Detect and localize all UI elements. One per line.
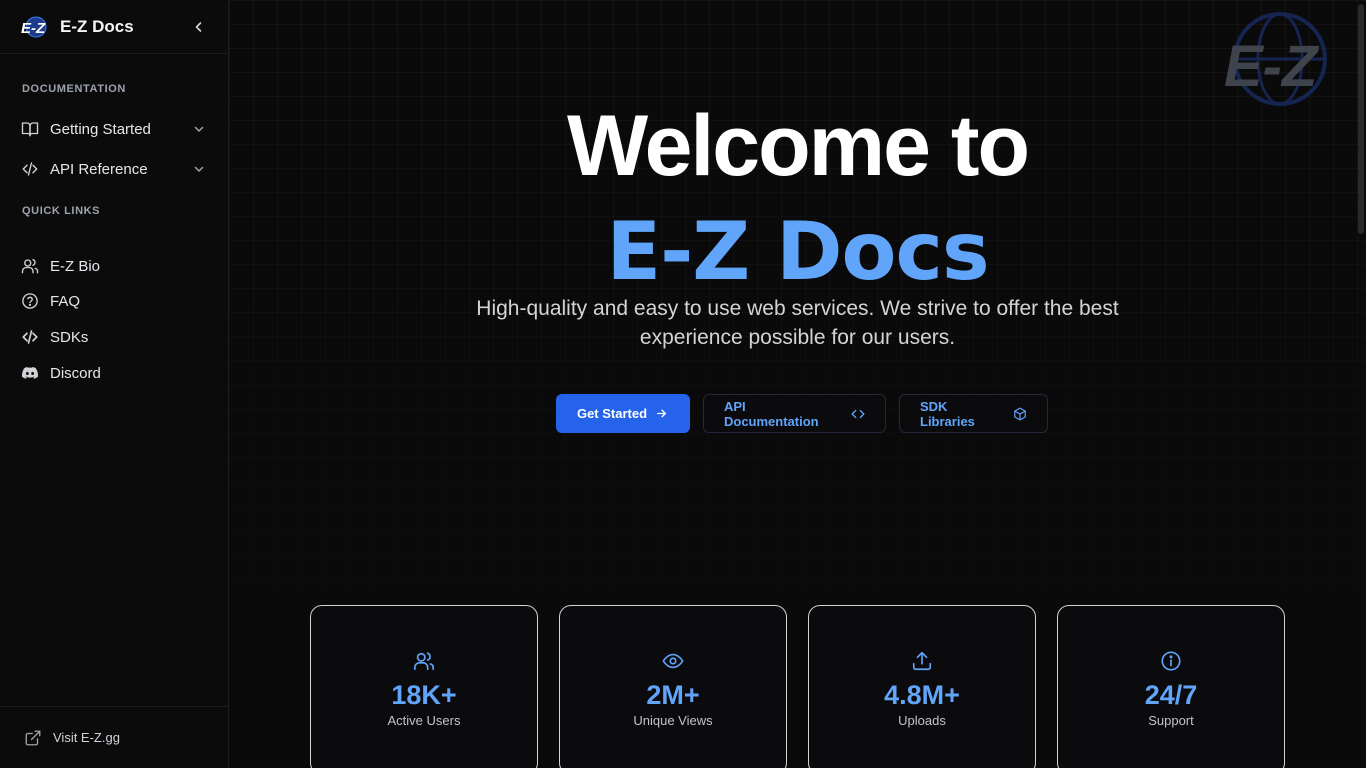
hero-title: Welcome to (566, 98, 1030, 194)
chevron-left-icon (195, 21, 202, 32)
code-icon (21, 328, 39, 346)
hero-description: High-quality and easy to use web service… (476, 297, 1119, 349)
book-icon (21, 120, 39, 138)
eye-icon (662, 650, 684, 672)
api-documentation-button[interactable]: API Documentation (703, 394, 886, 433)
sdk-libraries-label: SDK Libraries (920, 398, 975, 429)
stat-label: Active Users (387, 713, 461, 728)
arrow-right-icon (655, 407, 669, 421)
stat-card-unique-views: 2M+ Unique Views (559, 605, 787, 768)
sidebar-item-discord[interactable]: Discord (12, 356, 217, 390)
sidebar-item-label: FAQ (50, 292, 81, 310)
discord-icon (21, 364, 39, 382)
sidebar-item-faq[interactable]: FAQ (12, 284, 217, 318)
sidebar-item-label: Discord (50, 364, 101, 382)
sidebar-item-ez-bio[interactable]: E-Z Bio (12, 249, 217, 283)
sidebar-item-label: Getting Started (50, 120, 151, 138)
visit-ez-label: Visit E-Z.gg (53, 730, 120, 745)
stat-value: 2M+ (646, 680, 700, 710)
stat-card-uploads: 4.8M+ Uploads (808, 605, 1036, 768)
stats-row: 18K+ Active Users 2M+ Unique Views 4.8M+… (310, 605, 1285, 768)
visit-ez-link[interactable]: Visit E-Z.gg (0, 706, 229, 768)
sidebar-item-label: E-Z Bio (50, 257, 101, 275)
external-link-icon (24, 729, 42, 747)
scrollbar-thumb[interactable] (1358, 4, 1364, 234)
svg-text:E-Z: E-Z (21, 20, 46, 37)
collapse-sidebar-button[interactable] (190, 18, 208, 36)
code-icon (21, 160, 39, 178)
sidebar-item-getting-started[interactable]: Getting Started (12, 112, 217, 146)
sidebar-header: E-Z E-Z Docs (0, 0, 228, 54)
chevron-down-icon[interactable] (193, 162, 207, 176)
package-icon (1013, 407, 1027, 421)
stat-value: 4.8M+ (884, 680, 960, 710)
info-icon (1160, 650, 1182, 672)
upload-icon (911, 650, 933, 672)
get-started-label: Get Started (576, 406, 648, 421)
ez-watermark-logo: E-Z (1222, 12, 1338, 106)
sdk-libraries-button[interactable]: SDK Libraries (899, 394, 1048, 433)
page-scrollbar[interactable] (1356, 0, 1366, 768)
stat-label: Uploads (898, 713, 946, 728)
svg-text:E-Z: E-Z (1224, 34, 1320, 99)
help-circle-icon (21, 292, 39, 310)
chevron-down-icon[interactable] (193, 122, 207, 136)
sidebar-item-api-reference[interactable]: API Reference (12, 152, 217, 186)
api-documentation-label: API Documentation (724, 398, 819, 429)
section-title-documentation: DOCUMENTATION (22, 83, 126, 95)
brand-name: E-Z Docs (60, 16, 134, 36)
stat-value: 18K+ (391, 680, 457, 710)
stat-label: Unique Views (633, 713, 713, 728)
sidebar: E-Z E-Z Docs DOCUMENTATION Getting Start… (0, 0, 229, 768)
ez-logo[interactable]: E-Z (20, 15, 50, 39)
section-title-quick-links: QUICK LINKS (22, 205, 101, 217)
stat-card-active-users: 18K+ Active Users (310, 605, 538, 768)
stat-value: 24/7 (1144, 680, 1198, 710)
stat-card-support: 24/7 Support (1057, 605, 1285, 768)
sidebar-item-label: API Reference (50, 160, 148, 178)
get-started-button[interactable]: Get Started (556, 394, 690, 433)
stat-label: Support (1148, 713, 1194, 728)
hero-actions: Get Started API Documentation SDK Librar… (556, 394, 1048, 433)
sidebar-item-label: SDKs (50, 328, 89, 346)
users-icon (21, 257, 39, 275)
main-content: E-Z Welcome to E-Z Docs High-quality and… (229, 0, 1366, 768)
code-brackets-icon (851, 407, 865, 421)
users-icon (413, 650, 435, 672)
sidebar-item-sdks[interactable]: SDKs (12, 320, 217, 354)
hero-subtitle: E-Z Docs (606, 205, 989, 298)
